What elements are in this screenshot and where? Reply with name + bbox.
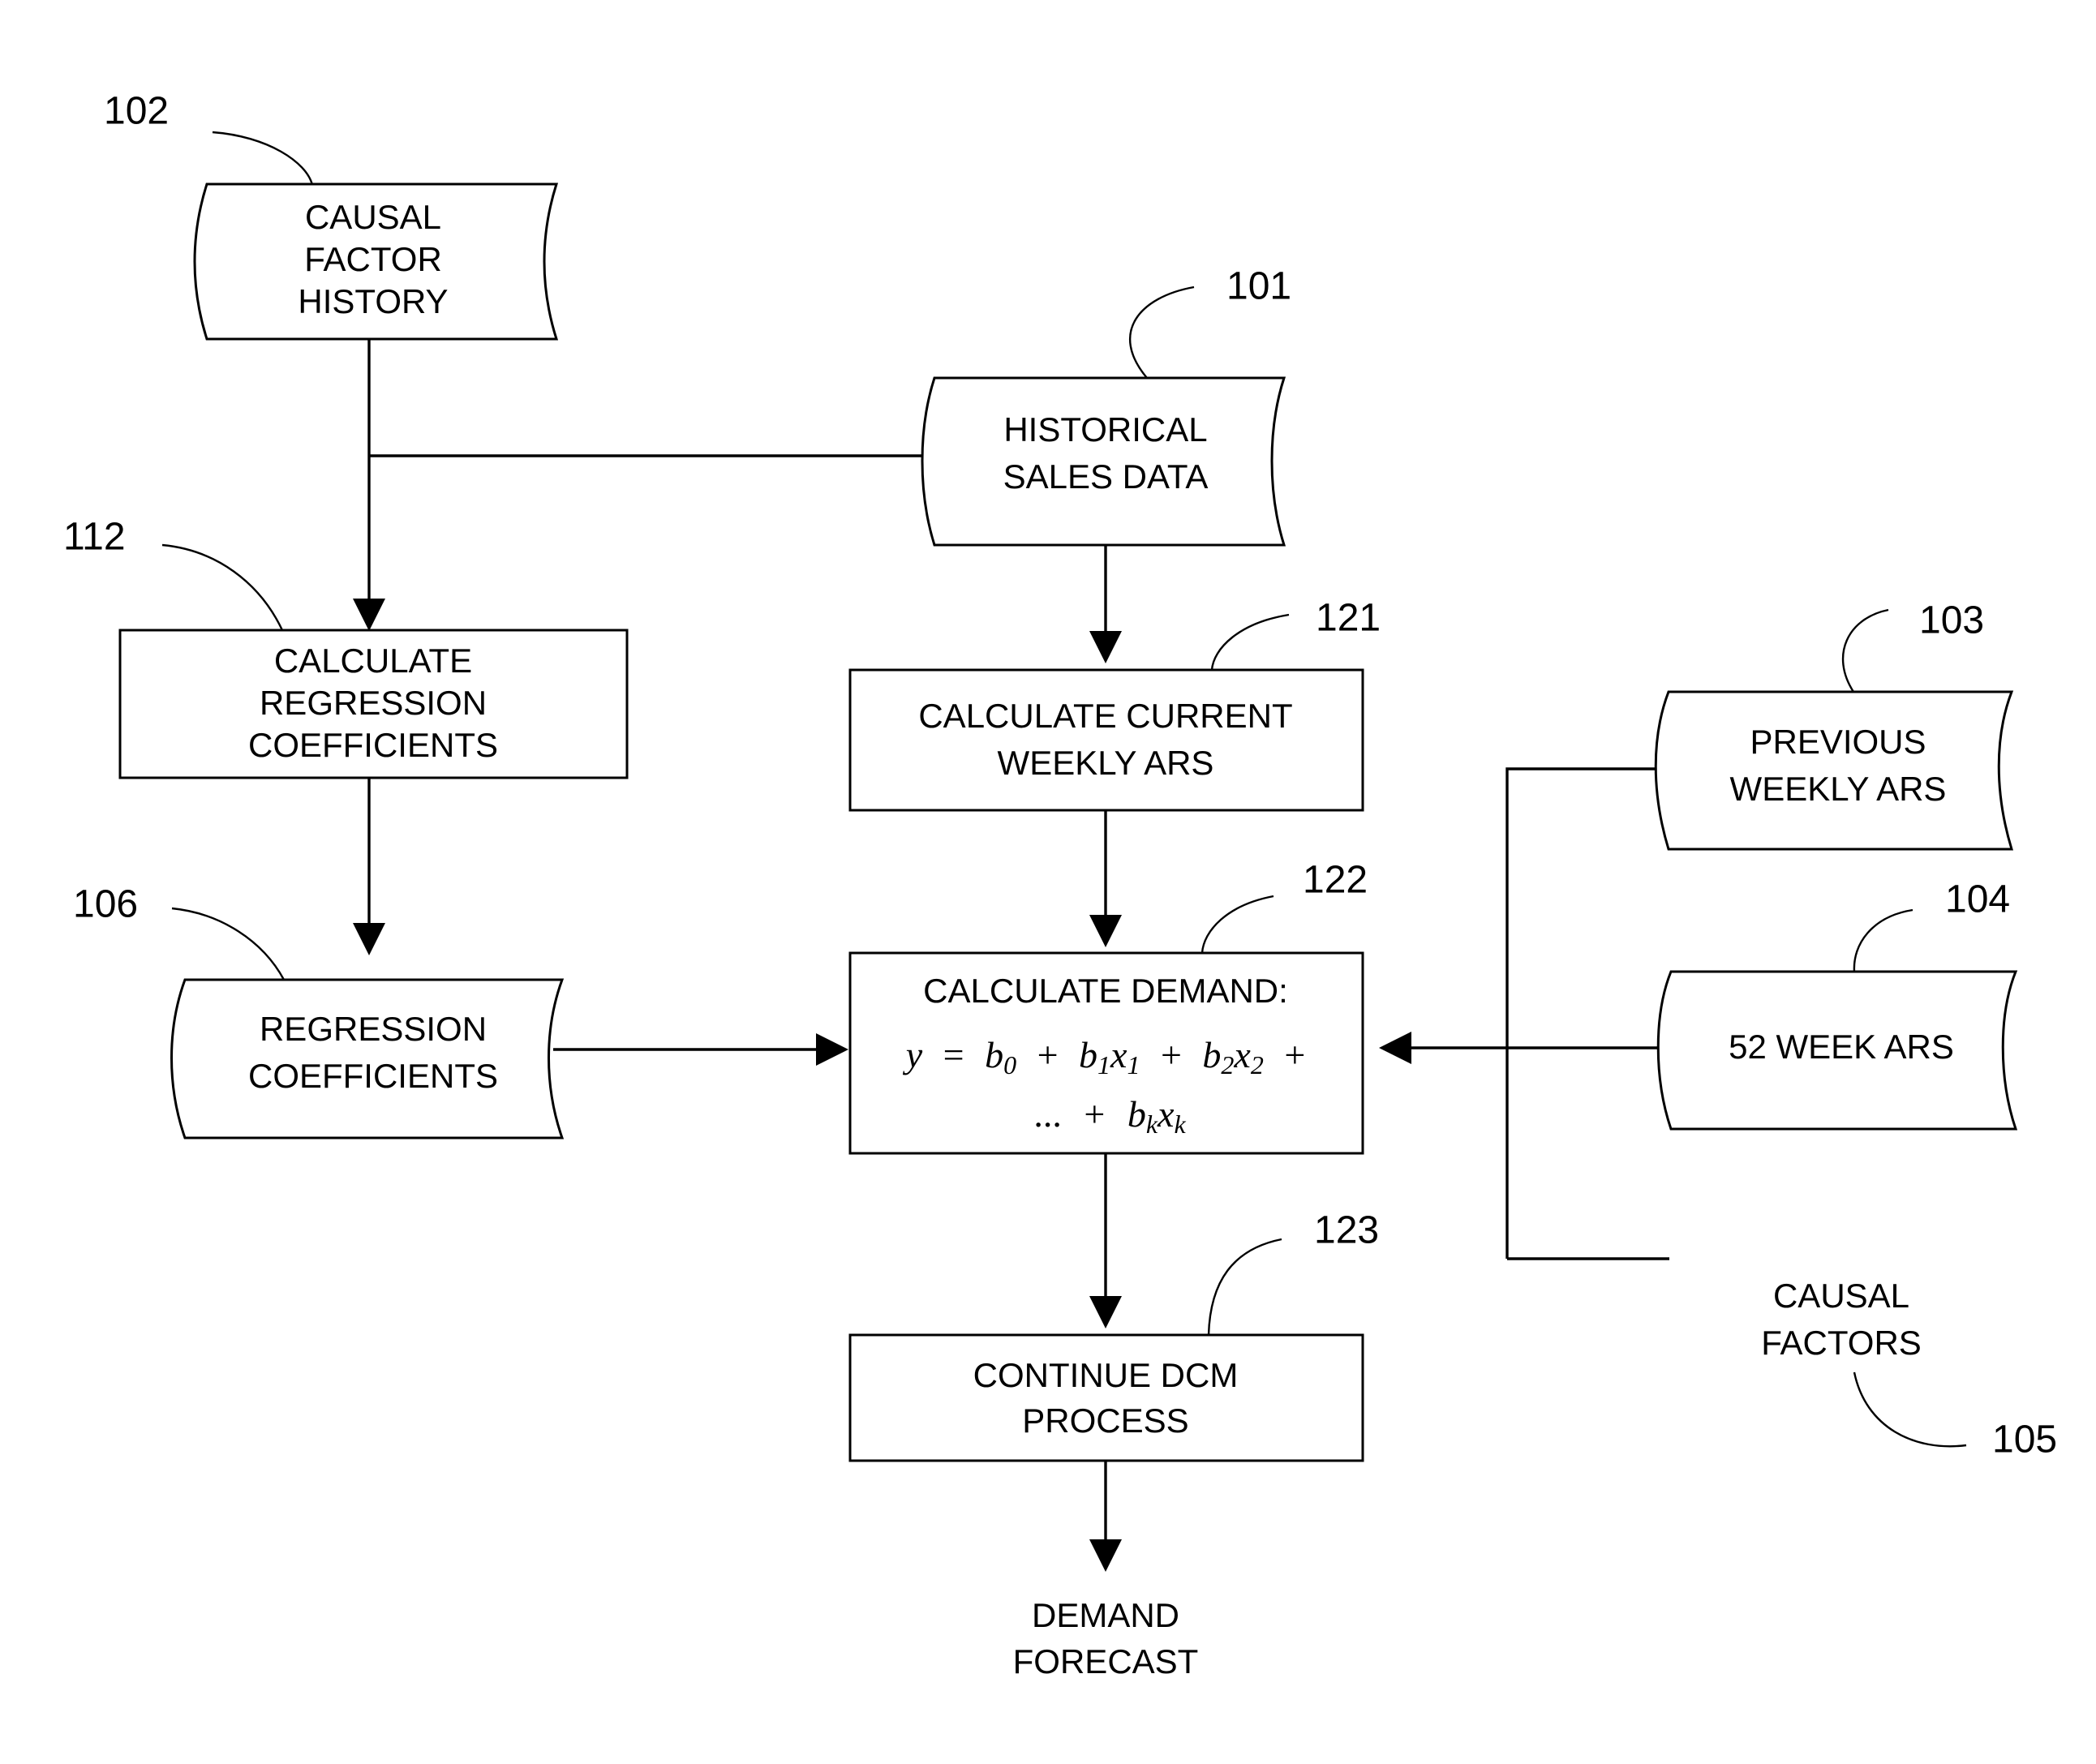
node-calculate-demand[interactable]: CALCULATE DEMAND: y = b0 + b1x1 + b2x2 +… (850, 953, 1363, 1153)
formula-plus-k: + (1084, 1093, 1105, 1135)
node-regression-coefficients[interactable]: REGRESSION COEFFICIENTS (172, 980, 563, 1138)
formula-plus-2: + (1161, 1034, 1182, 1075)
formula-b1: b (1079, 1034, 1097, 1075)
regression-coefficients-label-line2: COEFFICIENTS (248, 1057, 498, 1095)
leader-line-104 (1853, 908, 1913, 972)
ref-number-122-text: 122 (1303, 859, 1368, 902)
previous-weekly-ars-label-line2: WEEKLY ARS (1730, 770, 1947, 808)
regression-coefficients-label-line1: REGRESSION (260, 1010, 487, 1048)
connector-previous-weekly-ars-to-right-trunk (1505, 767, 1669, 1259)
arrowhead-to-calc-demand-top (1089, 915, 1122, 947)
formula-xk: x (1157, 1093, 1175, 1135)
ref-number-105-text: 105 (1992, 1418, 2057, 1461)
causal-factor-history-label-line1: CAUSAL (305, 198, 441, 236)
fifty-two-week-ars-label: 52 WEEK ARS (1729, 1028, 1954, 1066)
node-calculate-regression-coefficients[interactable]: CALCULATE REGRESSION COEFFICIENTS (120, 630, 627, 778)
ref-101: 101 (1129, 265, 1291, 379)
causal-factors-label-line2: FACTORS (1761, 1324, 1922, 1362)
formula-y: y (903, 1034, 923, 1075)
node-historical-sales-data[interactable]: HISTORICAL SALES DATA (922, 378, 1284, 545)
arrowhead-to-calc-demand-left (816, 1033, 848, 1066)
arrowhead-to-calc-demand-right (1379, 1032, 1411, 1064)
ref-number-101-text: 101 (1226, 265, 1291, 308)
ref-number-106-text: 106 (73, 883, 138, 926)
arrowhead-to-continue-dcm (1089, 1296, 1122, 1328)
formula-equals: = (943, 1034, 964, 1075)
patent-figure-canvas: CAUSAL FACTOR HISTORY 102 HISTORICAL SAL… (0, 0, 2096, 1764)
arrowhead-to-calc-weekly-ars (1089, 631, 1122, 663)
formula-b0-sub: 0 (1003, 1050, 1016, 1079)
formula-ellipsis: ... (1033, 1093, 1062, 1135)
historical-sales-data-label-line2: SALES DATA (1003, 457, 1209, 496)
arrowhead-to-calc-regression (353, 599, 385, 631)
node-causal-factors: CAUSAL FACTORS (1761, 1277, 1922, 1362)
leader-line-101 (1129, 285, 1195, 379)
causal-factors-label-line1: CAUSAL (1773, 1277, 1909, 1315)
node-continue-dcm-process[interactable]: CONTINUE DCM PROCESS (850, 1335, 1363, 1461)
formula-bk-sub: k (1146, 1109, 1158, 1139)
ref-102: 102 (104, 90, 314, 186)
continue-dcm-process-shape (850, 1335, 1363, 1461)
calculate-demand-formula-line2: ... + bkxk (1033, 1093, 1186, 1140)
leader-line-102 (212, 131, 314, 186)
formula-plus-3: + (1284, 1034, 1305, 1075)
leader-line-103 (1841, 608, 1889, 693)
node-causal-factor-history[interactable]: CAUSAL FACTOR HISTORY (195, 184, 556, 339)
calculate-demand-title: CALCULATE DEMAND: (923, 972, 1288, 1010)
formula-bk: b (1127, 1093, 1146, 1135)
formula-x1-sub: 1 (1127, 1050, 1140, 1079)
calculate-current-weekly-ars-shape (850, 670, 1363, 810)
arrowhead-to-demand-forecast (1089, 1539, 1122, 1572)
demand-forecast-label-line1: DEMAND (1032, 1596, 1179, 1634)
leader-line-121 (1210, 613, 1290, 671)
leader-line-123 (1207, 1238, 1282, 1336)
causal-factor-history-label-line2: FACTOR (304, 240, 442, 278)
calculate-regression-coefficients-label-line3: COEFFICIENTS (248, 726, 498, 764)
calculate-current-weekly-ars-label-line2: WEEKLY ARS (998, 744, 1214, 782)
node-52-week-ars[interactable]: 52 WEEK ARS (1658, 972, 2016, 1129)
ref-121: 121 (1210, 597, 1381, 671)
ref-number-102-text: 102 (104, 90, 169, 133)
formula-b2: b (1202, 1034, 1221, 1075)
leader-line-122 (1200, 895, 1274, 954)
ref-number-112-text: 112 (63, 516, 126, 559)
formula-b1-sub: 1 (1097, 1050, 1110, 1079)
historical-sales-data-label-line1: HISTORICAL (1003, 410, 1207, 449)
ref-112: 112 (63, 516, 284, 631)
causal-factor-history-label-line3: HISTORY (298, 282, 448, 320)
leader-line-105 (1853, 1371, 1967, 1448)
ref-number-123-text: 123 (1314, 1209, 1379, 1252)
ref-106: 106 (73, 883, 286, 981)
calculate-current-weekly-ars-label-line1: CALCULATE CURRENT (918, 697, 1292, 735)
arrowhead-to-regression-coefficients (353, 923, 385, 955)
ref-number-103-text: 103 (1919, 599, 1984, 642)
ref-105: 105 (1853, 1371, 2057, 1461)
ref-104: 104 (1853, 878, 2010, 972)
node-demand-forecast: DEMAND FORECAST (1013, 1596, 1199, 1680)
calculate-regression-coefficients-label-line1: CALCULATE (274, 642, 472, 680)
flowchart-svg: CAUSAL FACTOR HISTORY 102 HISTORICAL SAL… (63, 90, 2057, 1680)
formula-x2-sub: 2 (1251, 1050, 1264, 1079)
ref-number-104-text: 104 (1945, 878, 2010, 921)
formula-x1: x (1110, 1034, 1127, 1075)
leader-line-106 (171, 907, 286, 981)
demand-forecast-label-line2: FORECAST (1013, 1642, 1199, 1680)
ref-123: 123 (1207, 1209, 1379, 1336)
ref-122: 122 (1200, 859, 1368, 954)
continue-dcm-process-label-line2: PROCESS (1022, 1401, 1188, 1440)
node-previous-weekly-ars[interactable]: PREVIOUS WEEKLY ARS (1656, 692, 2012, 849)
calculate-regression-coefficients-label-line2: REGRESSION (260, 684, 487, 722)
formula-x2: x (1233, 1034, 1251, 1075)
leader-line-112 (161, 543, 284, 631)
node-calculate-current-weekly-ars[interactable]: CALCULATE CURRENT WEEKLY ARS (850, 670, 1363, 810)
previous-weekly-ars-label-line1: PREVIOUS (1750, 723, 1926, 761)
formula-plus-1: + (1037, 1034, 1059, 1075)
ref-103: 103 (1841, 599, 1984, 693)
formula-b0: b (985, 1034, 1003, 1075)
formula-xk-sub: k (1174, 1109, 1186, 1139)
continue-dcm-process-label-line1: CONTINUE DCM (973, 1356, 1239, 1394)
ref-number-121-text: 121 (1316, 597, 1381, 640)
formula-b2-sub: 2 (1221, 1050, 1234, 1079)
